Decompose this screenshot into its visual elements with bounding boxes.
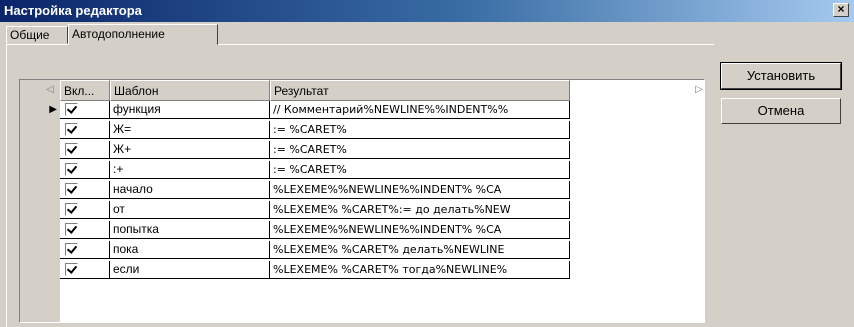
table-row[interactable]: от %LEXEME% %CARET%:= до делать%NEW [60, 201, 570, 219]
result-cell[interactable]: := %CARET% [270, 141, 570, 159]
column-header-result[interactable]: Результат [270, 80, 570, 101]
enabled-checkbox[interactable] [65, 203, 78, 216]
table-row[interactable]: Ж=:= %CARET% [60, 121, 570, 139]
current-row-icon: ▶ [49, 104, 57, 115]
enabled-checkbox[interactable] [65, 263, 78, 276]
result-cell[interactable]: %LEXEME%%NEWLINE%%INDENT% %CA [270, 181, 570, 199]
template-cell[interactable]: Ж= [110, 121, 270, 139]
enabled-cell[interactable] [60, 161, 110, 179]
close-icon[interactable]: × [833, 3, 849, 17]
enabled-cell[interactable] [60, 101, 110, 119]
enabled-checkbox[interactable] [65, 183, 78, 196]
table-row[interactable]: если %LEXEME% %CARET% тогда%NEWLINE% [60, 261, 570, 279]
template-cell[interactable]: если [110, 261, 270, 279]
title-bar: Настройка редактора × [0, 0, 854, 22]
apply-button[interactable]: Установить [720, 62, 842, 90]
result-cell[interactable]: %LEXEME% %CARET% тогда%NEWLINE% [270, 261, 570, 279]
enabled-checkbox[interactable] [65, 223, 78, 236]
column-header-enabled[interactable]: Вкл... [60, 80, 110, 101]
enabled-checkbox[interactable] [65, 143, 78, 156]
enabled-cell[interactable] [60, 181, 110, 199]
table-row[interactable]: попытка %LEXEME%%NEWLINE%%INDENT% %CA [60, 221, 570, 239]
enabled-cell[interactable] [60, 121, 110, 139]
template-cell[interactable]: :+ [110, 161, 270, 179]
result-cell[interactable]: %LEXEME% %CARET% делать%NEWLINE [270, 241, 570, 259]
table-row[interactable]: функция// Комментарий%NEWLINE%%INDENT%% [60, 101, 570, 119]
enabled-checkbox[interactable] [65, 103, 78, 116]
enabled-cell[interactable] [60, 141, 110, 159]
template-cell[interactable]: функция [110, 101, 270, 119]
result-cell[interactable]: // Комментарий%NEWLINE%%INDENT%% [270, 101, 570, 119]
enabled-cell[interactable] [60, 241, 110, 259]
table-row[interactable]: :+:= %CARET% [60, 161, 570, 179]
table-row[interactable]: пока %LEXEME% %CARET% делать%NEWLINE [60, 241, 570, 259]
window-title: Настройка редактора [4, 3, 142, 18]
enabled-cell[interactable] [60, 221, 110, 239]
table-row[interactable]: Ж+:= %CARET% [60, 141, 570, 159]
enabled-cell[interactable] [60, 201, 110, 219]
tab-autocomplete[interactable]: Автодополнение [68, 24, 218, 45]
result-cell[interactable]: := %CARET% [270, 121, 570, 139]
template-cell[interactable]: начало [110, 181, 270, 199]
result-cell[interactable]: %LEXEME%%NEWLINE%%INDENT% %CA [270, 221, 570, 239]
result-cell[interactable]: := %CARET% [270, 161, 570, 179]
enabled-checkbox[interactable] [65, 163, 78, 176]
tab-general[interactable]: Общие [6, 26, 68, 44]
column-header-template[interactable]: Шаблон [110, 80, 270, 101]
scroll-right-icon[interactable]: ▷ [693, 80, 705, 100]
enabled-checkbox[interactable] [65, 243, 78, 256]
result-cell[interactable]: %LEXEME% %CARET%:= до делать%NEW [270, 201, 570, 219]
cancel-button[interactable]: Отмена [721, 98, 841, 124]
enabled-checkbox[interactable] [65, 123, 78, 136]
template-cell[interactable]: пока [110, 241, 270, 259]
scroll-left-icon[interactable]: ◁ [40, 80, 60, 100]
template-cell[interactable]: попытка [110, 221, 270, 239]
template-cell[interactable]: Ж+ [110, 141, 270, 159]
table-row[interactable]: начало %LEXEME%%NEWLINE%%INDENT% %CA [60, 181, 570, 199]
enabled-cell[interactable] [60, 261, 110, 279]
template-cell[interactable]: от [110, 201, 270, 219]
